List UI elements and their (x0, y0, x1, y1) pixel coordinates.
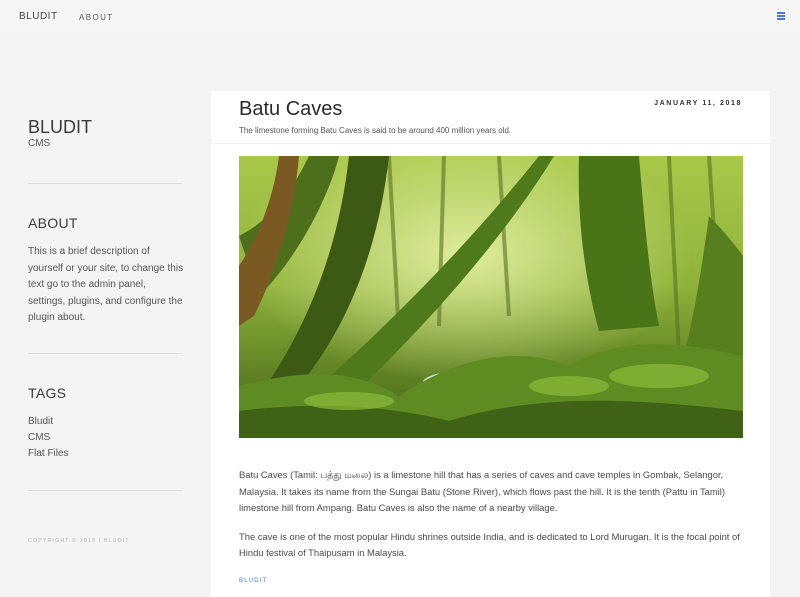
tags-heading: TAGS (28, 385, 67, 401)
about-heading: ABOUT (28, 215, 78, 231)
sidebar-divider (28, 353, 182, 354)
post-date: JANUARY 11, 2018 (654, 100, 742, 107)
tag-link-cms[interactable]: CMS (28, 432, 50, 443)
post-tag-link[interactable]: BLUDIT (239, 578, 268, 584)
nav-link-about[interactable]: ABOUT (79, 13, 114, 22)
post-header-divider (211, 143, 770, 144)
about-text: This is a brief description of yourself … (28, 246, 184, 323)
sidebar-divider (28, 183, 182, 184)
post-paragraph: The cave is one of the most popular Hind… (239, 530, 740, 559)
site-title[interactable]: BLUDIT (28, 117, 92, 138)
post-card: Batu Caves JANUARY 11, 2018 The limeston… (211, 91, 770, 597)
post-content: Batu Caves (Tamil: பத்து மலை) is a limes… (239, 467, 743, 574)
hamburger-menu-icon[interactable] (777, 12, 785, 20)
post-description: The limestone forming Batu Caves is said… (239, 126, 512, 135)
top-navbar: BLUDIT ABOUT (0, 0, 800, 34)
site-slogan: CMS (28, 138, 51, 149)
brand-link[interactable]: BLUDIT (19, 11, 58, 22)
sidebar-divider (28, 490, 182, 491)
tag-link-bludit[interactable]: Bludit (28, 416, 53, 427)
tag-link-flat-files[interactable]: Flat Files (28, 448, 69, 459)
post-paragraph: Batu Caves (Tamil: பத்து மலை) is a limes… (239, 469, 725, 513)
copyright-text: COPYRIGHT © 2018 | BLUDIT (28, 538, 130, 544)
post-cover-image (239, 156, 743, 438)
post-title[interactable]: Batu Caves (239, 98, 342, 121)
